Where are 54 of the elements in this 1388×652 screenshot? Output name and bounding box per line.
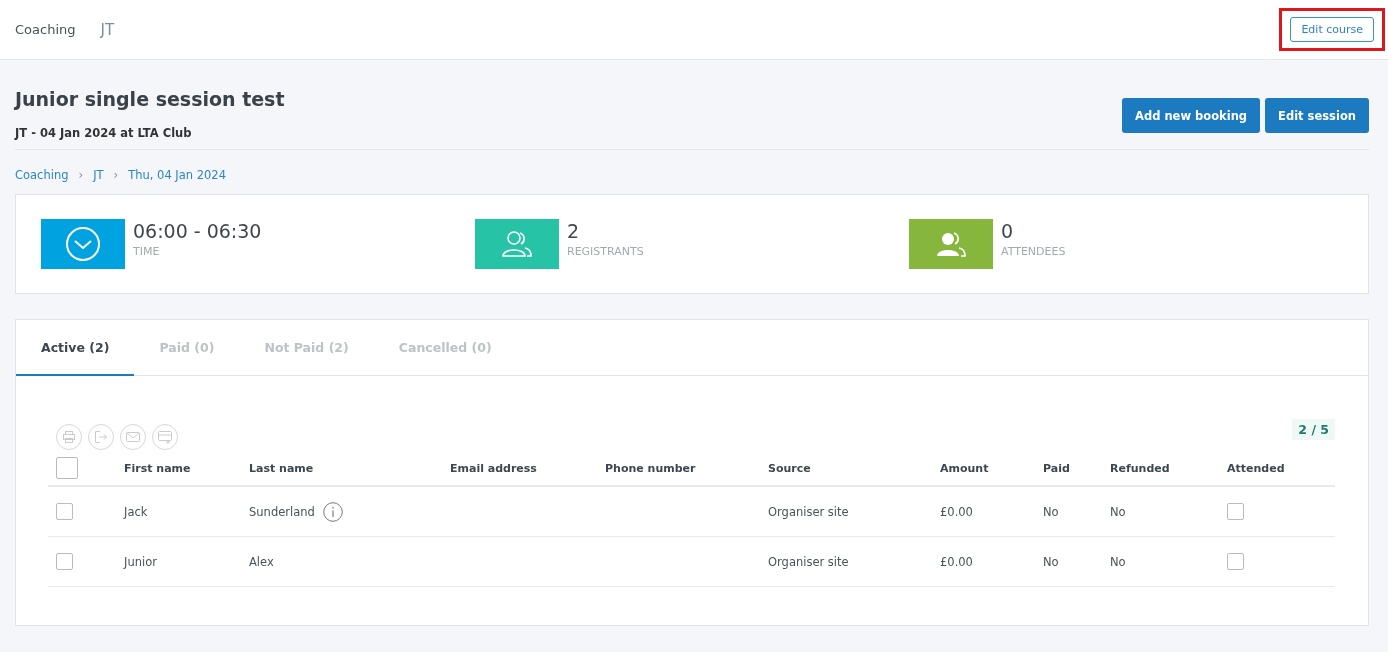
column-header: Amount: [940, 461, 989, 475]
nav-link[interactable]: JT: [100, 20, 115, 39]
table-cell: £0.00: [940, 554, 973, 569]
print-icon: [62, 430, 76, 444]
breadcrumb-link[interactable]: JT: [93, 168, 104, 182]
column-header: Last name: [249, 461, 314, 475]
table-cell: Organiser site: [768, 554, 849, 569]
column-header: Source: [768, 461, 811, 475]
column-header: Refunded: [1110, 461, 1170, 475]
table-cell: Junior: [124, 554, 157, 569]
clock-icon: [65, 226, 101, 262]
breadcrumb-link[interactable]: Thu, 04 Jan 2024: [128, 168, 226, 182]
edit-course-button[interactable]: Edit course: [1290, 17, 1374, 42]
export-icon: [94, 430, 108, 444]
action-button[interactable]: Edit session: [1265, 98, 1369, 133]
breadcrumb-link[interactable]: Coaching: [15, 168, 69, 182]
stat-value: 2: [567, 219, 581, 243]
table-cell: Organiser site: [768, 504, 849, 519]
stat-value: 06:00 - 06:30: [133, 219, 262, 243]
action-button[interactable]: Add new booking: [1122, 98, 1261, 133]
table-cell: No: [1110, 504, 1126, 519]
attended-checkbox[interactable]: [1227, 553, 1244, 570]
stat-value: 0: [1001, 219, 1015, 243]
nav-link[interactable]: Coaching: [15, 22, 76, 37]
breadcrumb-separator: ›: [113, 168, 119, 182]
session-subtitle: JT - 04 Jan 2024 at LTA Club: [15, 126, 193, 140]
column-header: First name: [124, 461, 191, 475]
card-icon: [158, 430, 172, 444]
column-header: Email address: [450, 461, 537, 475]
table-cell: No: [1110, 554, 1126, 569]
tab[interactable]: Active (2): [16, 320, 135, 376]
row-checkbox[interactable]: [56, 553, 73, 570]
attended-checkbox[interactable]: [1227, 503, 1244, 520]
column-header: Attended: [1227, 461, 1285, 475]
column-header: Phone number: [605, 461, 696, 475]
row-checkbox[interactable]: [56, 503, 73, 520]
table-cell: No: [1043, 554, 1059, 569]
table-cell: No: [1043, 504, 1059, 519]
table-cell: Jack: [124, 504, 148, 519]
page-title: Junior single session test: [15, 88, 285, 110]
stat-label: ATTENDEES: [1001, 245, 1066, 258]
selection-count: 2 / 5: [1292, 418, 1335, 440]
stat-label: TIME: [133, 245, 161, 258]
stat-label: REGISTRANTS: [567, 245, 644, 258]
info-icon[interactable]: [322, 501, 343, 522]
email-icon: [126, 431, 140, 443]
users-icon: [935, 230, 967, 258]
table-cell: £0.00: [940, 504, 973, 519]
breadcrumb-separator: ›: [78, 168, 84, 182]
users-icon: [501, 230, 533, 258]
table-cell: Sunderland: [249, 504, 315, 519]
select-all-checkbox[interactable]: [56, 456, 78, 479]
column-header: Paid: [1043, 461, 1070, 475]
table-cell: Alex: [249, 554, 274, 569]
